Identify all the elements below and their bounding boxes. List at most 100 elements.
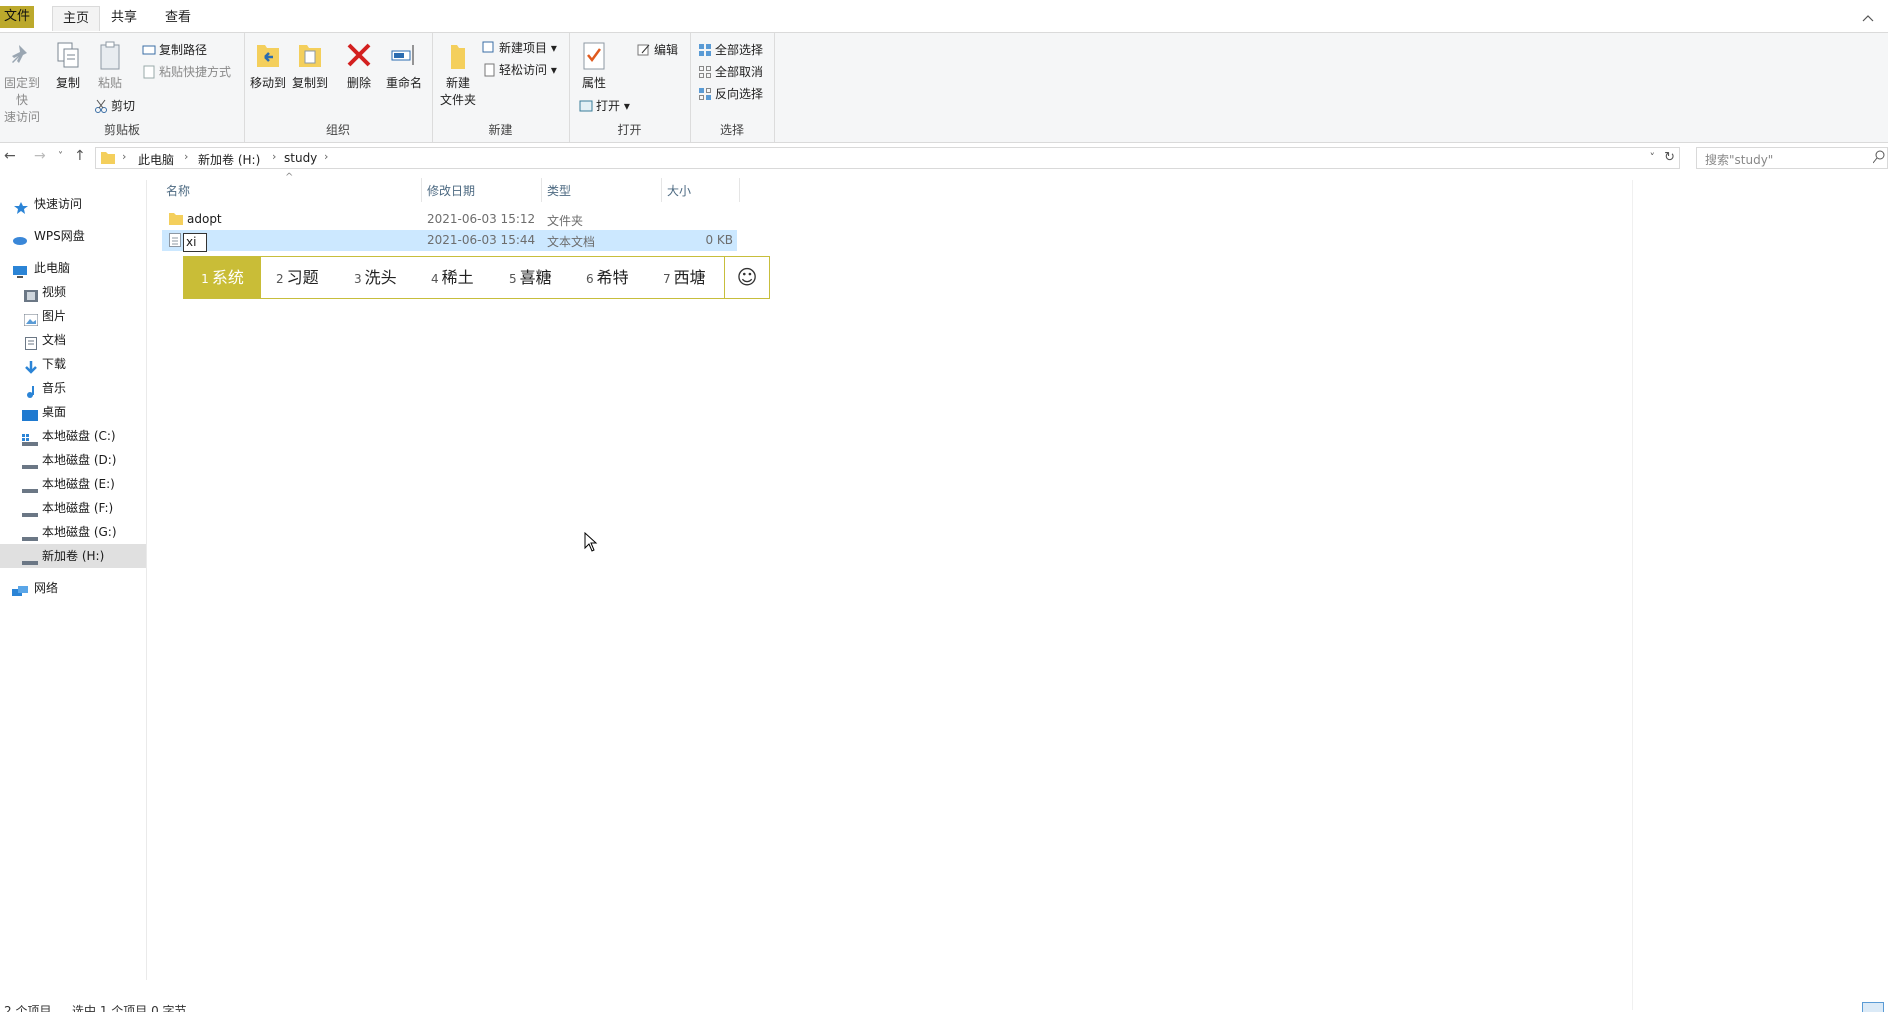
ime-candidate[interactable]: 7 西塘 xyxy=(663,257,706,298)
easy-access-label: 轻松访问 xyxy=(499,63,548,77)
nav-drive-c[interactable]: 本地磁盘 (C:) xyxy=(0,424,146,448)
details-view-icon[interactable] xyxy=(1862,1002,1884,1012)
nav-drive-h[interactable]: 新加卷 (H:) xyxy=(0,544,146,568)
nav-label: 图片 xyxy=(42,309,67,323)
rename-button[interactable]: 重命名 xyxy=(382,39,426,92)
nav-drive-f[interactable]: 本地磁盘 (F:) xyxy=(0,496,146,520)
copy-path-button[interactable]: 复制路径 xyxy=(142,41,207,59)
column-divider[interactable] xyxy=(541,178,542,202)
new-folder-label-2: 文件夹 xyxy=(439,93,476,107)
ime-candidate[interactable]: 3 洗头 xyxy=(354,257,397,298)
paste-shortcut-button[interactable]: 粘贴快捷方式 xyxy=(142,63,231,81)
open-label: 打开 xyxy=(596,99,621,113)
emoji-icon[interactable]: ☺ xyxy=(724,257,769,298)
nav-wps-drive[interactable]: WPS网盘 xyxy=(0,224,146,248)
cut-label: 剪切 xyxy=(111,99,136,113)
ime-candidate[interactable]: 1 系统 xyxy=(184,257,261,298)
delete-button[interactable]: 删除 xyxy=(342,39,376,92)
new-folder-label-1: 新建 xyxy=(445,76,470,90)
nav-drive-d[interactable]: 本地磁盘 (D:) xyxy=(0,448,146,472)
file-type: 文本文档 xyxy=(547,235,596,249)
ime-candidate-bar: 1 系统 2 习题 3 洗头 4 稀土 5 喜糖 6 希特 7 西塘 ☺ xyxy=(183,256,770,299)
candidate-text: 习题 xyxy=(286,268,319,287)
properties-button[interactable]: 属性 xyxy=(577,39,611,92)
up-arrow-icon[interactable]: ↑ xyxy=(74,148,86,164)
column-header-modified[interactable]: 修改日期 xyxy=(427,182,475,199)
refresh-icon[interactable]: ↻ xyxy=(1664,150,1675,165)
collapse-ribbon-icon[interactable] xyxy=(1862,10,1874,26)
open-button[interactable]: 打开 ▾ xyxy=(579,97,630,115)
ime-candidate[interactable]: 2 习题 xyxy=(276,257,319,298)
easy-access-button[interactable]: 轻松访问 ▾ xyxy=(482,61,557,79)
move-to-button[interactable]: 移动到 xyxy=(248,39,288,92)
status-bar: 2 个项目 选中 1 个项目 0 字节 xyxy=(0,1000,1888,1012)
address-bar[interactable]: › 此电脑 › 新加卷 (H:) › study › ˅ ↻ xyxy=(95,147,1680,169)
rename-input[interactable]: xi xyxy=(183,233,207,252)
search-icon[interactable] xyxy=(1872,150,1885,167)
paste-button[interactable]: 粘贴 xyxy=(92,39,128,92)
address-dropdown-icon[interactable]: ˅ xyxy=(1650,151,1656,164)
column-divider[interactable] xyxy=(739,178,740,202)
tab-home[interactable]: 主页 xyxy=(52,6,101,31)
ime-candidate[interactable]: 5 喜糖 xyxy=(509,257,552,298)
copy-to-button[interactable]: 复制到 xyxy=(290,39,330,92)
ime-candidate[interactable]: 4 稀土 xyxy=(431,257,474,298)
breadcrumb-this-pc[interactable]: 此电脑 xyxy=(138,151,174,168)
new-folder-button[interactable]: 新建 文件夹 xyxy=(438,39,478,109)
tab-share[interactable]: 共享 xyxy=(101,6,147,30)
group-organize: 移动到 复制到 删除 重命名 组织 xyxy=(244,33,433,142)
tab-view[interactable]: 查看 xyxy=(155,6,201,30)
edit-button[interactable]: 编辑 xyxy=(637,41,678,59)
nav-drive-g[interactable]: 本地磁盘 (G:) xyxy=(0,520,146,544)
nav-quick-access[interactable]: 快速访问 xyxy=(0,192,146,216)
ime-candidate[interactable]: 6 希特 xyxy=(586,257,629,298)
column-header-size[interactable]: 大小 xyxy=(667,182,691,199)
clipboard-group-label: 剪贴板 xyxy=(103,123,140,137)
nav-downloads[interactable]: 下载 xyxy=(0,352,146,376)
group-open: 属性 打开 ▾ 编辑 打开 xyxy=(569,33,691,142)
nav-drive-e[interactable]: 本地磁盘 (E:) xyxy=(0,472,146,496)
mouse-cursor-icon xyxy=(584,531,598,555)
cut-button[interactable]: 剪切 xyxy=(94,97,135,115)
nav-label: 网络 xyxy=(34,581,59,595)
group-clipboard: 固定到快 速访问 复制 粘贴 复制路径 粘贴快捷方式 剪切 剪贴板 xyxy=(0,33,245,142)
column-header-type[interactable]: 类型 xyxy=(547,182,571,199)
nav-documents[interactable]: 文档 xyxy=(0,328,146,352)
copy-button[interactable]: 复制 xyxy=(50,39,86,92)
column-divider[interactable] xyxy=(661,178,662,202)
back-arrow-icon[interactable]: ← xyxy=(4,148,16,164)
copy-path-label: 复制路径 xyxy=(159,43,208,57)
nav-videos[interactable]: 视频 xyxy=(0,280,146,304)
nav-this-pc[interactable]: 此电脑 xyxy=(0,256,146,280)
nav-desktop[interactable]: 桌面 xyxy=(0,400,146,424)
search-input[interactable]: 搜索"study" xyxy=(1696,147,1888,169)
file-size: 0 KB xyxy=(705,233,733,247)
new-group-label: 新建 xyxy=(488,123,513,137)
tab-file[interactable]: 文件 xyxy=(0,6,34,28)
select-all-button[interactable]: 全部选择 xyxy=(698,41,763,59)
nav-pictures[interactable]: 图片 xyxy=(0,304,146,328)
table-row[interactable]: 2021-06-03 15:44 文本文档 0 KB xyxy=(162,230,737,251)
table-row[interactable]: adopt 2021-06-03 15:12 文件夹 xyxy=(162,209,737,230)
open-icon xyxy=(579,99,593,113)
nav-music[interactable]: 音乐 xyxy=(0,376,146,400)
candidate-text: 喜糖 xyxy=(519,268,552,287)
forward-arrow-icon[interactable]: → xyxy=(34,148,46,164)
candidate-text: 希特 xyxy=(596,268,629,287)
invert-selection-button[interactable]: 反向选择 xyxy=(698,85,763,103)
breadcrumb-drive-h[interactable]: 新加卷 (H:) xyxy=(198,151,260,168)
pin-quick-access-button[interactable]: 固定到快 速访问 xyxy=(0,39,44,126)
candidate-text: 稀土 xyxy=(441,268,474,287)
nav-network[interactable]: 网络 xyxy=(0,576,146,600)
star-icon xyxy=(14,198,28,214)
select-none-button[interactable]: 全部取消 xyxy=(698,63,763,81)
breadcrumb-separator-icon: › xyxy=(184,150,189,163)
column-divider[interactable] xyxy=(421,178,422,202)
column-header-name[interactable]: 名称 xyxy=(166,182,190,199)
new-item-button[interactable]: 新建项目 ▾ xyxy=(482,39,557,57)
candidate-number: 2 xyxy=(276,272,284,286)
ribbon: 固定到快 速访问 复制 粘贴 复制路径 粘贴快捷方式 剪切 剪贴板 移动到 复制… xyxy=(0,32,1888,143)
recent-dropdown-icon[interactable]: ˅ xyxy=(58,151,63,162)
copy-to-label: 复制到 xyxy=(291,76,328,90)
breadcrumb-study[interactable]: study xyxy=(284,151,317,165)
